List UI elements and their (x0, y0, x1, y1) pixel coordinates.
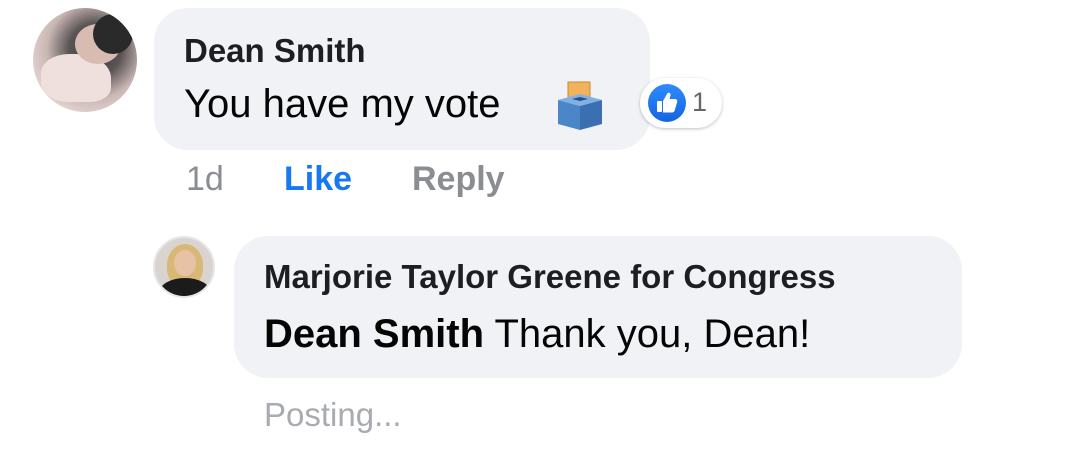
reply-bubble: Marjorie Taylor Greene for Congress Dean… (234, 236, 962, 378)
comment-author[interactable]: Dean Smith (184, 32, 366, 70)
reaction-count: 1 (692, 87, 708, 117)
reply-button[interactable]: Reply (412, 160, 505, 199)
avatar-photo-part (159, 278, 211, 296)
posting-status: Posting... (264, 396, 402, 433)
reply-message: Thank you, Dean! (484, 312, 811, 356)
avatar-dean-smith[interactable] (33, 8, 137, 112)
comment-timestamp[interactable]: 1d (186, 160, 224, 199)
reply-text: Dean Smith Thank you, Dean! (264, 312, 810, 357)
reaction-summary[interactable]: 1 (640, 78, 722, 128)
like-button[interactable]: Like (284, 160, 352, 199)
ballot-box-icon (558, 81, 602, 130)
thumbs-up-icon (648, 84, 686, 122)
mention-link[interactable]: Dean Smith (264, 312, 484, 356)
comment-bubble: Dean Smith You have my vote (154, 8, 650, 150)
comment-text: You have my vote (184, 82, 501, 126)
reply-author[interactable]: Marjorie Taylor Greene for Congress (264, 258, 836, 296)
avatar-photo-part (93, 14, 133, 54)
avatar-marjorie-taylor-greene[interactable] (153, 236, 215, 298)
avatar-photo-part (174, 250, 196, 276)
